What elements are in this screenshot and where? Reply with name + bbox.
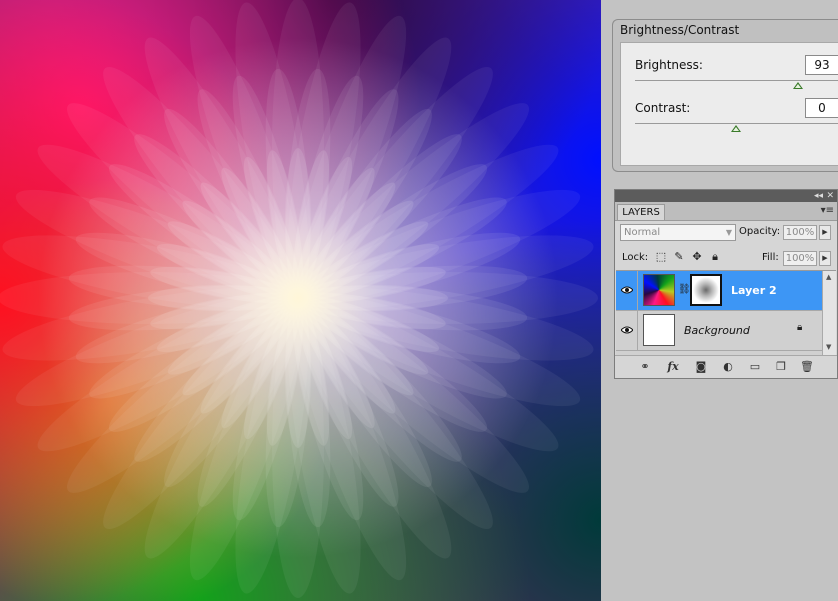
lock-all-icon[interactable]: 🔒︎ (709, 251, 721, 263)
delete-layer-icon[interactable]: 🗑︎ (799, 360, 815, 374)
add-mask-icon[interactable]: ◙ (693, 360, 709, 374)
link-layers-icon[interactable]: ⚭ (637, 360, 653, 374)
collapse-icon[interactable]: ◂◂ (814, 190, 823, 202)
chevron-down-icon: ▼ (725, 228, 732, 237)
new-layer-icon[interactable]: ❐ (773, 360, 789, 374)
lock-label: Lock: (622, 252, 649, 263)
layer-thumbnail (643, 274, 675, 306)
adjustment-body: Brightness: 93 Contrast: 0 (620, 42, 838, 166)
contrast-slider-thumb[interactable] (731, 125, 741, 132)
contrast-label: Contrast: (635, 101, 691, 115)
layers-bottom-toolbar: ⚭ fx ◙ ◐ ▭ ❐ 🗑︎ (615, 355, 837, 378)
contrast-value-field[interactable]: 0 (805, 98, 838, 118)
tab-row: LAYERS ▾≡ (615, 202, 837, 221)
layers-panel: ◂◂ ✕ LAYERS ▾≡ Normal ▼ Opacity: 100% ▶ … (614, 189, 838, 379)
eye-icon (621, 326, 633, 334)
brightness-contrast-panel: Brightness/Contrast Brightness: 93 Contr… (612, 19, 838, 172)
close-icon[interactable]: ✕ (826, 190, 834, 202)
lock-image-icon[interactable]: ✎ (673, 251, 685, 263)
blend-mode-value: Normal (624, 227, 661, 238)
layer-mask-thumbnail[interactable] (690, 274, 722, 306)
layer-row-layer-2[interactable]: ⛓︎ Layer 2 (616, 271, 822, 311)
rainbow-flower-image (0, 0, 601, 601)
adjustment-layer-icon[interactable]: ◐ (720, 360, 736, 374)
layers-scrollbar[interactable]: ▲ ▼ (822, 271, 836, 355)
opacity-label: Opacity: (739, 226, 781, 237)
opacity-arrow-button[interactable]: ▶ (819, 225, 831, 240)
contrast-slider[interactable] (635, 123, 838, 124)
fx-icon[interactable]: fx (665, 360, 681, 374)
fill-arrow-button[interactable]: ▶ (819, 251, 831, 266)
visibility-toggle[interactable] (616, 311, 638, 350)
lock-position-icon[interactable]: ✥ (691, 251, 703, 263)
fill-field[interactable]: 100% (783, 251, 817, 266)
layer-thumbnail (643, 314, 675, 346)
tab-layers[interactable]: LAYERS (617, 204, 665, 220)
layer-lock-icon: 🔒︎ (797, 322, 803, 333)
new-group-icon[interactable]: ▭ (747, 360, 763, 374)
brightness-slider-thumb[interactable] (793, 82, 803, 89)
chain-link-icon[interactable]: ⛓︎ (678, 284, 691, 295)
panel-topbar: ◂◂ ✕ (615, 190, 837, 202)
opacity-field[interactable]: 100% (783, 225, 817, 240)
brightness-value-field[interactable]: 93 (805, 55, 838, 75)
layer-name[interactable]: Background (684, 324, 750, 337)
lock-transparent-icon[interactable]: ⬚ (655, 251, 667, 263)
blend-mode-select[interactable]: Normal ▼ (620, 224, 736, 241)
scroll-down-icon[interactable]: ▼ (826, 343, 831, 351)
brightness-slider[interactable] (635, 80, 838, 81)
document-canvas[interactable] (0, 0, 601, 601)
panel-title: Brightness/Contrast (620, 23, 740, 37)
fill-label: Fill: (762, 252, 779, 263)
brightness-label: Brightness: (635, 58, 703, 72)
layer-list: ⛓︎ Layer 2 Background 🔒︎ ▲ ▼ (616, 270, 836, 355)
eye-icon (621, 286, 633, 294)
panel-menu-icon[interactable]: ▾≡ (821, 205, 834, 216)
visibility-toggle[interactable] (616, 271, 638, 310)
layer-row-background[interactable]: Background 🔒︎ (616, 311, 822, 351)
layer-name[interactable]: Layer 2 (731, 284, 777, 297)
scroll-up-icon[interactable]: ▲ (826, 273, 831, 281)
